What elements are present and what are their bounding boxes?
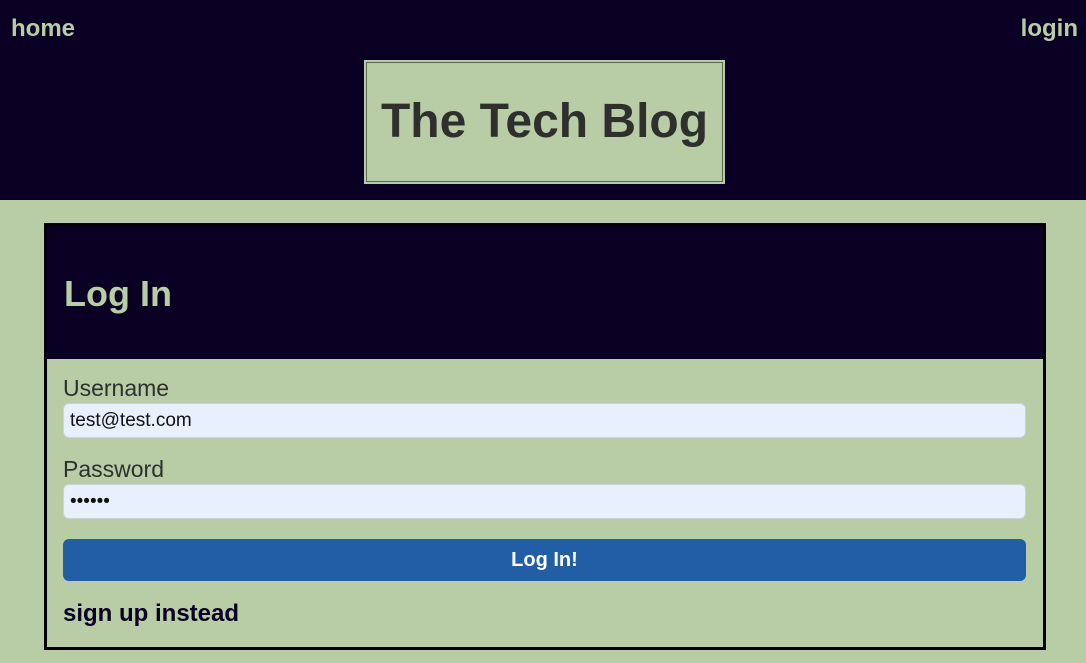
site-title: The Tech Blog — [380, 95, 709, 148]
username-input[interactable] — [63, 403, 1026, 438]
login-submit-button[interactable]: Log In! — [63, 539, 1026, 581]
password-input[interactable] — [63, 484, 1026, 519]
nav-home-link[interactable]: home — [11, 16, 75, 42]
login-heading: Log In — [64, 272, 172, 314]
nav-login-link[interactable]: login — [1021, 16, 1078, 42]
site-header: home login The Tech Blog — [0, 0, 1086, 200]
login-form: Username Password Log In! sign up instea… — [47, 359, 1043, 628]
site-title-box: The Tech Blog — [364, 60, 725, 184]
login-card-header: Log In — [47, 226, 1043, 359]
password-label: Password — [63, 456, 164, 482]
username-label: Username — [63, 375, 170, 401]
signup-link[interactable]: sign up instead — [63, 600, 239, 628]
login-card: Log In Username Password Log In! sign up… — [44, 223, 1046, 650]
